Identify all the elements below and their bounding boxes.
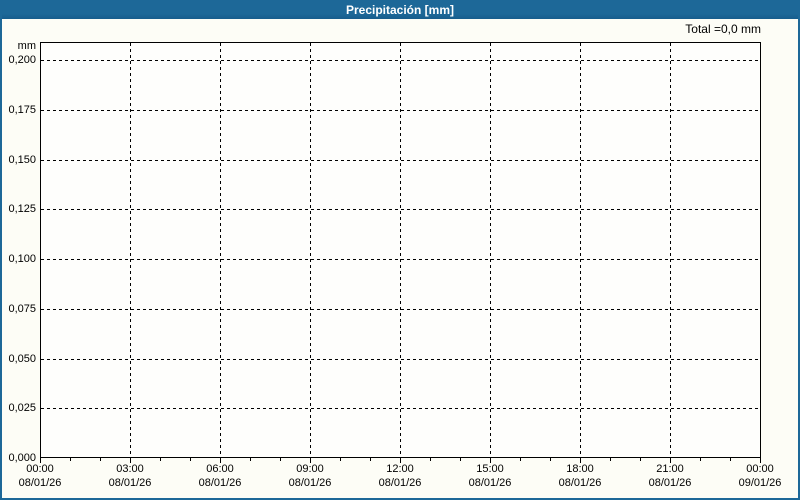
y-tick-label: 0,150 (8, 154, 36, 166)
x-date-label: 08/01/26 (648, 477, 692, 489)
y-tick-label: 0,125 (8, 203, 36, 215)
x-date-label: 08/01/26 (378, 477, 422, 489)
x-minor-tick (160, 458, 161, 461)
x-minor-tick (70, 458, 71, 461)
plot-area (40, 42, 761, 458)
x-date-label: 08/01/26 (198, 477, 242, 489)
x-minor-tick (460, 458, 461, 461)
chart-title: Precipitación [mm] (345, 3, 455, 17)
x-time-label: 03:00 (116, 463, 144, 475)
titlebar: Precipitación [mm] (2, 2, 798, 19)
total-value-label: Total =0,0 mm (685, 22, 761, 36)
x-date-label: 09/01/26 (738, 477, 782, 489)
x-minor-tick (700, 458, 701, 461)
x-minor-tick (730, 458, 731, 461)
x-date-label: 08/01/26 (108, 477, 152, 489)
vertical-gridline (130, 43, 131, 457)
y-tick-label: 0,200 (8, 54, 36, 66)
vertical-gridline (400, 43, 401, 457)
x-time-label: 18:00 (566, 463, 594, 475)
y-tick-label: 0,025 (8, 402, 36, 414)
chart-window: Precipitación [mm] Total =0,0 mm mm 0,20… (0, 0, 800, 500)
x-time-label: 00:00 (746, 463, 774, 475)
x-time-label: 09:00 (296, 463, 324, 475)
y-tick-label: 0,075 (8, 303, 36, 315)
x-minor-tick (280, 458, 281, 461)
x-date-label: 08/01/26 (288, 477, 332, 489)
x-minor-tick (550, 458, 551, 461)
x-minor-tick (640, 458, 641, 461)
x-minor-tick (520, 458, 521, 461)
vertical-gridline (490, 43, 491, 457)
vertical-gridline (580, 43, 581, 457)
x-date-label: 08/01/26 (558, 477, 602, 489)
x-minor-tick (610, 458, 611, 461)
x-time-label: 21:00 (656, 463, 684, 475)
y-axis-unit-label: mm (17, 40, 36, 52)
y-tick-label: 0,100 (8, 253, 36, 265)
x-date-label: 08/01/26 (468, 477, 512, 489)
x-minor-tick (190, 458, 191, 461)
x-time-label: 06:00 (206, 463, 234, 475)
x-minor-tick (100, 458, 101, 461)
x-minor-tick (430, 458, 431, 461)
x-time-label: 00:00 (26, 463, 54, 475)
y-tick-label: 0,050 (8, 353, 36, 365)
vertical-gridline (220, 43, 221, 457)
vertical-gridline (670, 43, 671, 457)
x-minor-tick (250, 458, 251, 461)
x-time-label: 15:00 (476, 463, 504, 475)
x-time-label: 12:00 (386, 463, 414, 475)
x-minor-tick (370, 458, 371, 461)
y-tick-label: 0,175 (8, 104, 36, 116)
vertical-gridline (310, 43, 311, 457)
x-date-label: 08/01/26 (18, 477, 62, 489)
x-minor-tick (340, 458, 341, 461)
